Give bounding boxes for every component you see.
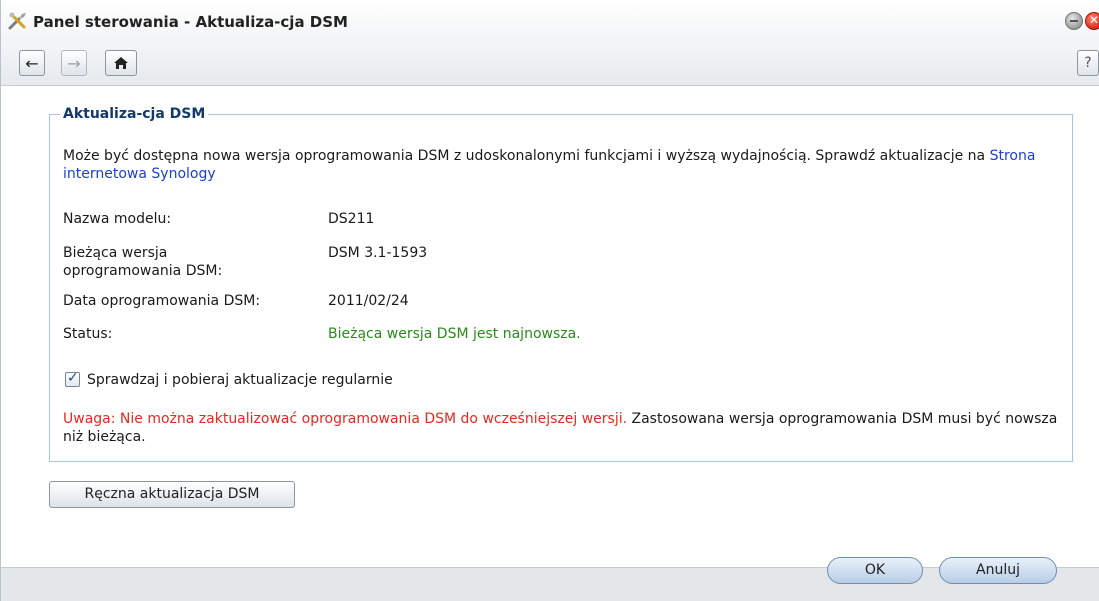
ok-button[interactable]: OK [827,557,923,584]
model-value: DS211 [328,211,375,227]
status-bar [1,567,1099,601]
arrow-right-icon: → [67,53,81,73]
downgrade-warning: Uwaga: Nie można zaktualizować oprogramo… [63,410,1063,446]
status-value: Bieżąca wersja DSM jest najnowsza. [328,326,581,342]
model-label: Nazwa modelu: [63,211,172,227]
status-label: Status: [63,326,113,342]
window-title: Panel sterowania - Aktualiza-cja DSM [33,13,348,31]
manual-update-button[interactable]: Ręczna aktualizacja DSM [49,481,295,508]
arrow-left-icon: ← [25,53,39,73]
auto-update-checkbox[interactable] [65,370,80,387]
date-label: Data oprogramowania DSM: [63,293,261,309]
dialog-window: Panel sterowania - Aktualiza-cja DSM ← →… [0,0,1099,601]
version-value: DSM 3.1-1593 [328,245,428,261]
auto-update-label[interactable]: Sprawdzaj i pobieraj aktualizacje regula… [87,371,393,389]
help-button[interactable]: ? [1077,50,1099,76]
date-value: 2011/02/24 [328,293,409,309]
home-icon [114,57,128,69]
forward-button[interactable]: → [61,50,87,76]
cancel-button[interactable]: Anuluj [939,557,1057,584]
home-button[interactable] [105,50,137,76]
close-button[interactable] [1085,12,1099,30]
minimize-button[interactable] [1065,12,1083,30]
back-button[interactable]: ← [19,50,45,76]
description-text: Może być dostępna nowa wersja oprogramow… [63,148,990,164]
update-description: Może być dostępna nowa wersja oprogramow… [63,147,1063,183]
group-legend: Aktualiza-cja DSM [60,106,209,122]
version-label: Bieżąca wersja oprogramowania DSM: [63,245,223,279]
toolbar: ← → ? [1,44,1099,86]
title-bar[interactable]: Panel sterowania - Aktualiza-cja DSM [1,0,1099,44]
tools-icon [8,12,26,30]
warning-red-text: Uwaga: Nie można zaktualizować oprogramo… [63,411,628,427]
